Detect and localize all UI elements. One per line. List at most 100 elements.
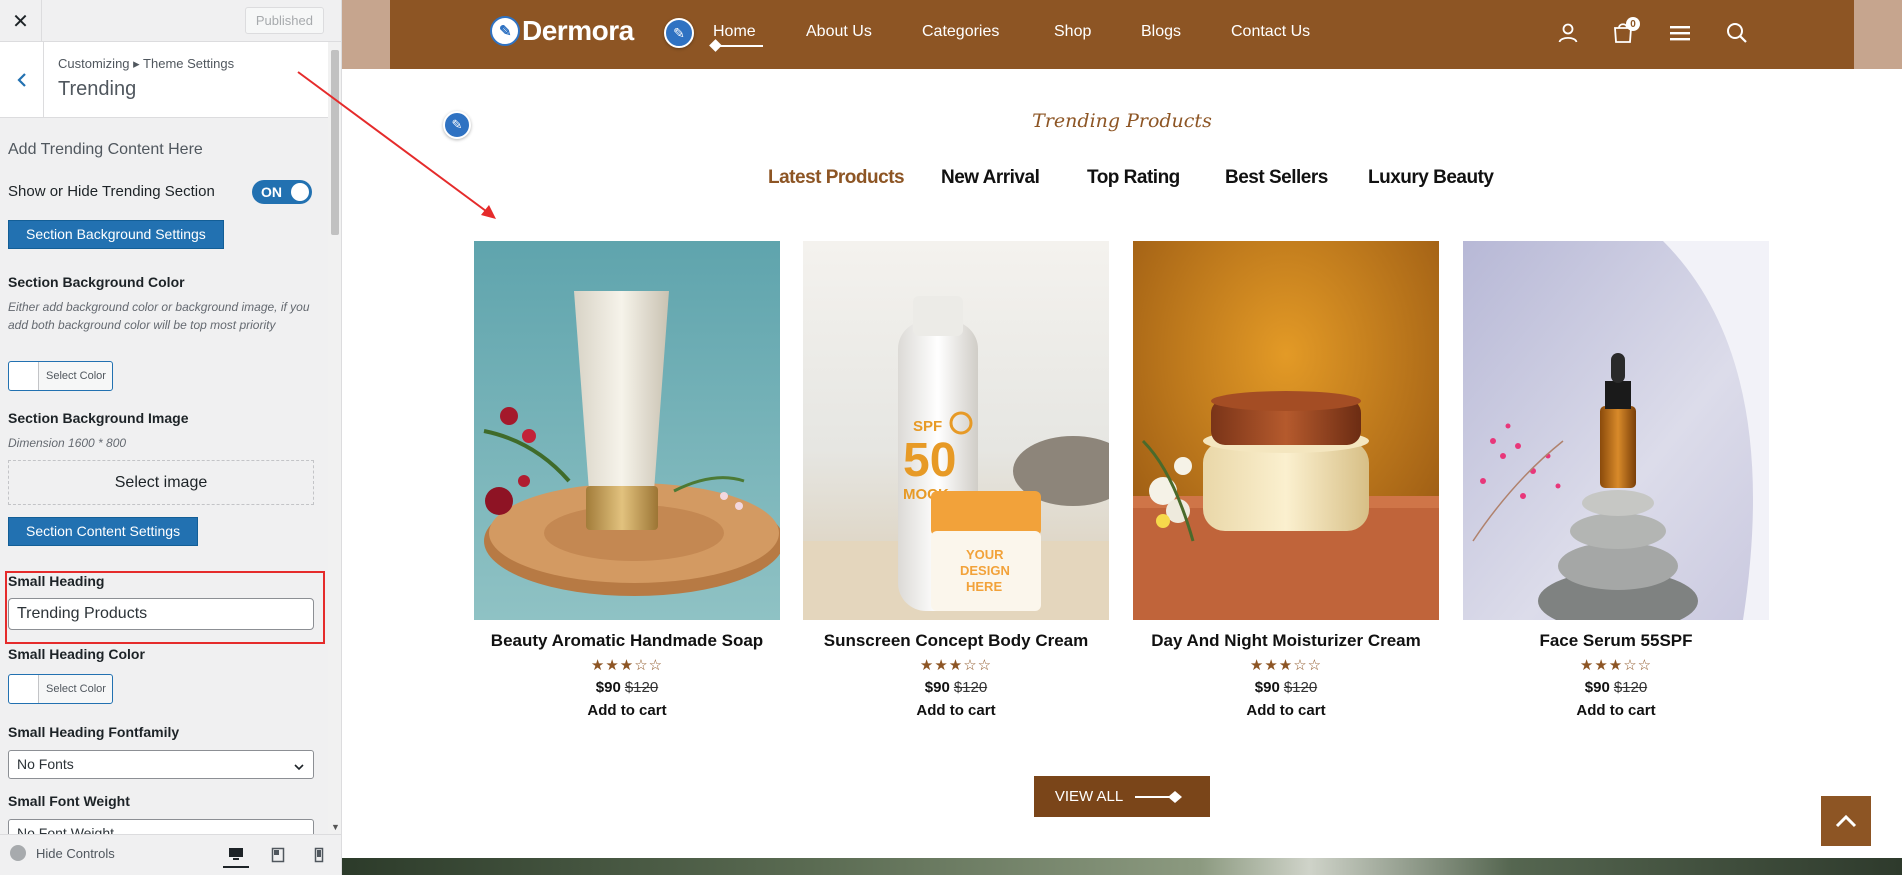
menu-icon[interactable] <box>1668 21 1694 47</box>
product-name[interactable]: Sunscreen Concept Body Cream <box>803 631 1109 651</box>
cart-count-badge: 0 <box>1626 17 1640 31</box>
tab-top-rating[interactable]: Top Rating <box>1087 167 1180 189</box>
product-name[interactable]: Beauty Aromatic Handmade Soap <box>474 631 780 651</box>
product-price: $90 $120 <box>1463 679 1769 696</box>
hide-controls-button[interactable]: Hide Controls <box>10 845 115 861</box>
nav-about-us[interactable]: About Us <box>806 23 872 41</box>
add-to-cart-button[interactable]: Add to cart <box>803 702 1109 719</box>
rating-stars-icon: ★★★☆☆ <box>1249 657 1323 674</box>
customizer-top-bar: ✕ Published <box>0 0 341 42</box>
select-color-label: Select Color <box>46 683 106 695</box>
small-heading-color-picker[interactable]: Select Color <box>8 674 113 704</box>
select-image-button[interactable]: Select image <box>8 460 314 505</box>
small-heading-font-select[interactable]: No Fonts <box>8 750 314 779</box>
customizer-sidebar: ✕ Published Customizing ▸ Theme Settings… <box>0 0 342 875</box>
price-old: $120 <box>624 679 659 696</box>
back-chevron-icon[interactable] <box>0 42 44 118</box>
section-background-settings-button[interactable]: Section Background Settings <box>8 220 224 249</box>
add-to-cart-button[interactable]: Add to cart <box>474 702 780 719</box>
toggle-knob <box>291 183 309 201</box>
desktop-preview-icon[interactable] <box>223 842 249 868</box>
product-image-sunscreen[interactable]: SPF 50 MOCK YOUR DESIGN HERE <box>803 241 1109 620</box>
selected-font: No Fonts <box>17 756 74 772</box>
small-heading-label: Small Heading <box>8 573 105 589</box>
nav-blogs[interactable]: Blogs <box>1141 23 1181 41</box>
spf-number-text: 50 <box>903 434 956 487</box>
show-hide-label: Show or Hide Trending Section <box>8 183 215 200</box>
add-to-cart-button[interactable]: Add to cart <box>1463 702 1769 719</box>
edit-shortcut-icon[interactable]: ✎ <box>664 18 694 48</box>
product-price: $90 $120 <box>474 679 780 696</box>
product-image-moisturizer[interactable] <box>1133 241 1439 620</box>
scroll-down-arrow-icon[interactable]: ▼ <box>331 822 340 832</box>
search-icon[interactable] <box>1725 21 1751 47</box>
breadcrumb: Customizing ▸ Theme Settings <box>58 56 235 71</box>
mobile-preview-icon[interactable] <box>306 842 332 868</box>
published-button[interactable]: Published <box>244 7 324 34</box>
price-old: $120 <box>1613 679 1648 696</box>
tab-latest-products[interactable]: Latest Products <box>768 167 905 189</box>
product-name[interactable]: Day And Night Moisturizer Cream <box>1133 631 1439 651</box>
small-heading-color-label: Small Heading Color <box>8 646 145 662</box>
logo-pencil-icon: ✎ <box>490 16 520 46</box>
price-current: $90 <box>924 679 950 696</box>
select-color-label: Select Color <box>46 370 106 382</box>
cart-icon[interactable]: 0 <box>1612 17 1640 47</box>
spf-label-text: SPF <box>913 418 942 435</box>
nav-shop[interactable]: Shop <box>1054 23 1091 41</box>
user-icon[interactable] <box>1556 21 1582 47</box>
add-to-cart-button[interactable]: Add to cart <box>1133 702 1439 719</box>
customizer-footer: Hide Controls <box>0 834 341 875</box>
arrow-right-icon <box>1135 790 1183 803</box>
section-title: Trending <box>58 78 137 100</box>
hide-controls-label: Hide Controls <box>36 845 115 861</box>
bg-image-label: Section Background Image <box>8 410 189 426</box>
scrollbar-thumb[interactable] <box>331 50 339 235</box>
bg-color-picker[interactable]: Select Color <box>8 361 113 391</box>
product-image-serum[interactable] <box>1463 241 1769 620</box>
active-diamond <box>709 39 722 52</box>
product-price: $90 $120 <box>803 679 1109 696</box>
close-icon[interactable]: ✕ <box>0 0 42 42</box>
view-all-button[interactable]: VIEW ALL <box>1034 776 1210 817</box>
next-section-banner <box>342 858 1902 875</box>
tab-new-arrival[interactable]: New Arrival <box>941 167 1040 189</box>
tablet-preview-icon[interactable] <box>265 842 291 868</box>
site-logo[interactable]: ✎ Dermora <box>490 15 634 47</box>
bg-image-note: Dimension 1600 * 800 <box>8 436 127 450</box>
nav-home-label: Home <box>713 23 756 40</box>
small-font-weight-label: Small Font Weight <box>8 793 130 809</box>
bg-color-label: Section Background Color <box>8 274 185 290</box>
color-swatch <box>9 675 39 703</box>
nav-contact-us[interactable]: Contact Us <box>1231 23 1310 41</box>
price-current: $90 <box>1254 679 1280 696</box>
header-accent-right <box>1854 0 1902 69</box>
tab-best-sellers[interactable]: Best Sellers <box>1225 167 1328 189</box>
product-name[interactable]: Face Serum 55SPF <box>1463 631 1769 651</box>
section-description: Add Trending Content Here <box>8 141 203 158</box>
small-heading-font-label: Small Heading Fontfamily <box>8 724 180 740</box>
rating-stars-icon: ★★★☆☆ <box>919 657 993 674</box>
logo-text: Dermora <box>522 15 634 46</box>
tab-luxury-beauty[interactable]: Luxury Beauty <box>1368 167 1494 189</box>
chevron-up-icon <box>1835 814 1857 828</box>
show-hide-toggle[interactable]: ON <box>252 180 312 204</box>
nav-categories[interactable]: Categories <box>922 23 999 41</box>
product-image-soap[interactable] <box>474 241 780 620</box>
toggle-label: ON <box>261 184 282 200</box>
view-all-label: VIEW ALL <box>1054 788 1124 805</box>
scroll-to-top-button[interactable] <box>1821 796 1871 846</box>
header-accent-left <box>342 0 390 69</box>
section-header: Customizing ▸ Theme Settings Trending <box>0 42 328 118</box>
sidebar-scrollbar[interactable]: ▼ <box>328 42 341 834</box>
site-preview: ✎ Dermora ✎ Home About Us Categories Sho… <box>342 0 1902 875</box>
design-text: DESIGN <box>960 563 1010 578</box>
bg-color-note: Either add background color or backgroun… <box>8 300 310 332</box>
small-heading: Trending Products <box>1032 110 1212 132</box>
small-heading-input[interactable]: Trending Products <box>8 598 314 630</box>
price-current: $90 <box>1584 679 1610 696</box>
section-content-settings-button[interactable]: Section Content Settings <box>8 517 199 546</box>
price-current: $90 <box>595 679 621 696</box>
product-price: $90 $120 <box>1133 679 1439 696</box>
nav-home[interactable]: Home <box>709 23 763 52</box>
